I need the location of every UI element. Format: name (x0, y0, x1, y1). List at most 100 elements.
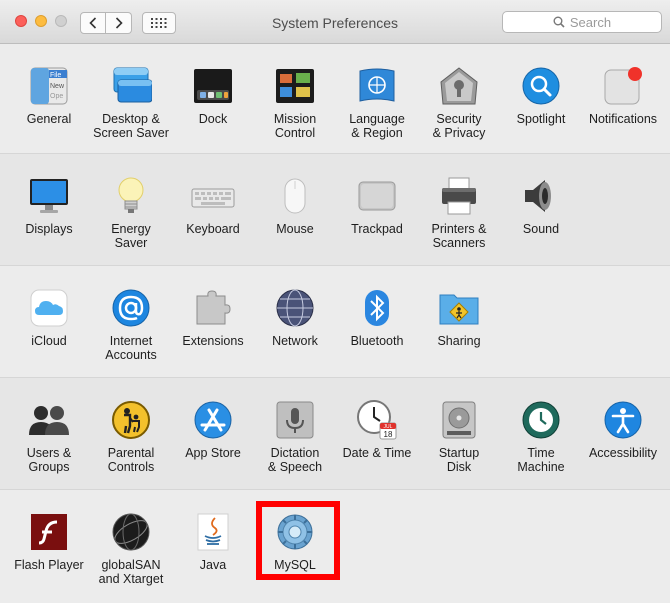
printers-scanners-icon (442, 177, 476, 215)
pane-java[interactable]: Java (172, 510, 254, 572)
svg-text:18: 18 (384, 430, 393, 439)
language-region-icon (359, 68, 395, 102)
pane-label: Trackpad (351, 222, 403, 236)
chevron-right-icon (115, 17, 123, 29)
search-placeholder: Search (569, 14, 612, 30)
pane-language-region[interactable]: Language & Region (336, 64, 418, 140)
java-icon (197, 513, 229, 551)
pane-label: Parental Controls (107, 446, 155, 474)
pane-extensions[interactable]: Extensions (172, 286, 254, 348)
svg-text:File: File (50, 72, 61, 79)
section-hardware: Displays Energy Saver Keyboard Mouse Tra… (0, 154, 670, 266)
pane-label: Displays (25, 222, 73, 236)
pane-label: Network (272, 334, 318, 348)
app-store-icon (194, 401, 232, 439)
pane-label: Security & Privacy (432, 112, 486, 140)
pane-users-groups[interactable]: Users & Groups (8, 398, 90, 474)
show-all-button[interactable] (142, 12, 176, 34)
pane-label: App Store (185, 446, 241, 460)
network-icon (276, 289, 314, 327)
sound-icon (525, 180, 551, 212)
search-field[interactable]: Search (502, 11, 662, 33)
pane-desktop-screen-saver[interactable]: Desktop & Screen Saver (90, 64, 172, 140)
pane-dock[interactable]: Dock (172, 64, 254, 126)
pane-label: Printers & Scanners (431, 222, 487, 250)
pane-parental-controls[interactable]: Parental Controls (90, 398, 172, 474)
pane-label: Desktop & Screen Saver (93, 112, 169, 140)
pane-keyboard[interactable]: Keyboard (172, 174, 254, 236)
pane-trackpad[interactable]: Trackpad (336, 174, 418, 236)
pane-label: Extensions (182, 334, 244, 348)
date-time-icon: JUL 18 (357, 400, 397, 440)
pane-displays[interactable]: Displays (8, 174, 90, 236)
mission-control-icon (276, 69, 314, 103)
pane-label: Dictation & Speech (267, 446, 323, 474)
pane-label: Energy Saver (111, 222, 151, 250)
pane-security-privacy[interactable]: Security & Privacy (418, 64, 500, 140)
pane-label: Sound (522, 222, 560, 236)
pane-label: globalSAN and Xtarget (98, 558, 164, 586)
pane-accessibility[interactable]: Accessibility (582, 398, 664, 460)
svg-text:Ope: Ope (50, 93, 63, 100)
dock-icon (194, 69, 232, 103)
pane-internet-accounts[interactable]: Internet Accounts (90, 286, 172, 362)
internet-accounts-icon (112, 289, 150, 327)
grid-icon (151, 18, 167, 28)
bluetooth-icon (365, 290, 389, 326)
mysql-highlight-box (256, 501, 340, 580)
pane-sound[interactable]: Sound (500, 174, 582, 236)
pane-label: Flash Player (14, 558, 84, 572)
pane-time-machine[interactable]: Time Machine (500, 398, 582, 474)
pane-icloud[interactable]: iCloud (8, 286, 90, 348)
pane-label: General (26, 112, 72, 126)
pane-label: Language & Region (349, 112, 405, 140)
energy-saver-icon (118, 177, 144, 213)
pane-label: Spotlight (516, 112, 566, 126)
pane-label: Startup Disk (438, 446, 480, 474)
close-button[interactable] (15, 15, 27, 27)
startup-disk-icon (442, 401, 476, 439)
pane-label: Accessibility (588, 446, 658, 460)
time-machine-icon (522, 401, 560, 439)
pane-label: Mission Control (273, 112, 317, 140)
pane-mouse[interactable]: Mouse (254, 174, 336, 236)
minimize-button[interactable] (35, 15, 47, 27)
pane-label: iCloud (31, 334, 67, 348)
pane-general[interactable]: File New Ope General (8, 64, 90, 126)
pane-label: Keyboard (186, 222, 240, 236)
pane-printers-scanners[interactable]: Printers & Scanners (418, 174, 500, 250)
pane-dictation-speech[interactable]: Dictation & Speech (254, 398, 336, 474)
flash-player-icon (31, 514, 67, 550)
dictation-speech-icon (276, 401, 314, 439)
globalsan-icon (112, 513, 150, 551)
security-privacy-icon (440, 67, 478, 105)
zoom-button[interactable] (55, 15, 67, 27)
extensions-icon (196, 290, 231, 325)
svg-text:New: New (50, 83, 65, 90)
pane-spotlight[interactable]: Spotlight (500, 64, 582, 126)
accessibility-icon (604, 401, 642, 439)
pane-date-time[interactable]: JUL 18 Date & Time (336, 398, 418, 460)
pane-network[interactable]: Network (254, 286, 336, 348)
pane-globalsan[interactable]: globalSAN and Xtarget (90, 510, 172, 586)
title-bar: System Preferences Search (0, 0, 670, 44)
pane-bluetooth[interactable]: Bluetooth (336, 286, 418, 348)
search-icon (553, 16, 565, 28)
pane-label: Sharing (437, 334, 481, 348)
spotlight-icon (522, 67, 560, 105)
pane-notifications[interactable]: Notifications (582, 64, 664, 126)
pane-startup-disk[interactable]: Startup Disk (418, 398, 500, 474)
pane-label: Mouse (276, 222, 314, 236)
pane-label: Date & Time (342, 446, 412, 460)
pane-app-store[interactable]: App Store (172, 398, 254, 460)
pane-mission-control[interactable]: Mission Control (254, 64, 336, 140)
parental-controls-icon (112, 401, 150, 439)
pane-label: Java (199, 558, 227, 572)
section-internet-wireless: iCloud Internet Accounts Extensions Netw… (0, 266, 670, 378)
pane-flash-player[interactable]: Flash Player (8, 510, 90, 572)
pane-sharing[interactable]: Sharing (418, 286, 500, 348)
pane-energy-saver[interactable]: Energy Saver (90, 174, 172, 250)
back-button[interactable] (80, 12, 106, 34)
forward-button[interactable] (106, 12, 132, 34)
pane-label: Notifications (588, 112, 658, 126)
